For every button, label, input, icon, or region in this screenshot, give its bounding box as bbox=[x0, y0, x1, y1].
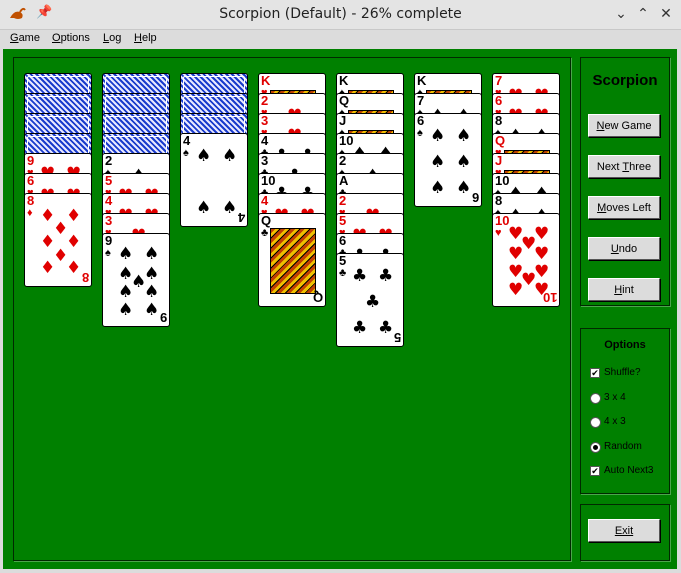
suit-icon: ♠ bbox=[105, 247, 111, 259]
suit-pip-icon: ♣ bbox=[352, 266, 368, 286]
options-title: Options bbox=[604, 339, 646, 351]
menu-log[interactable]: Log bbox=[103, 32, 121, 44]
suit-icon: ♣ bbox=[339, 267, 347, 279]
controls-panel: Scorpion New Game Next Three Moves Left Und… bbox=[580, 57, 670, 306]
close-icon: ✕ bbox=[660, 6, 672, 22]
suit-pip-icon: ♠ bbox=[430, 126, 446, 146]
option-label: 4 x 3 bbox=[604, 416, 626, 427]
suit-pip-icon: ♥ bbox=[534, 224, 550, 244]
suit-pip-icon: ♣ bbox=[365, 292, 381, 312]
card-rank: 8 ♦ bbox=[27, 193, 35, 219]
card-10-♥[interactable]: 10 ♥ ♥ ♥ ♥ ♥ ♥ ♥ ♥ ♥ ♥ ♥ 10 bbox=[492, 213, 560, 307]
suit-pip-icon: ♠ bbox=[456, 126, 472, 146]
hint-button[interactable]: Hint bbox=[588, 278, 660, 301]
suit-pip-icon: ♥ bbox=[508, 280, 524, 300]
card-rank-bottom: 4 bbox=[237, 210, 245, 225]
suit-pip-icon: ♠ bbox=[118, 244, 134, 264]
exit-panel: Exit bbox=[580, 504, 670, 561]
play-area: Scorpion New Game Next Three Moves Left Und… bbox=[3, 49, 677, 569]
suit-pip-icon: ♦ bbox=[66, 232, 82, 252]
menu-options[interactable]: Options bbox=[52, 32, 90, 44]
button-label: Undo bbox=[610, 243, 638, 255]
suit-icon: ♦ bbox=[27, 207, 33, 219]
suit-pip-icon: ♥ bbox=[534, 244, 550, 264]
button-label: New Game bbox=[596, 120, 652, 132]
next-three-button[interactable]: Next Three bbox=[588, 155, 660, 178]
checkbox-icon[interactable]: ✔ bbox=[590, 466, 600, 476]
new-game-button[interactable]: New Game bbox=[588, 114, 660, 137]
card-4-♠[interactable]: 4 ♠ ♠ ♠ ♠ ♠ 4 bbox=[180, 133, 248, 227]
suit-pip-icon: ♠ bbox=[118, 300, 134, 320]
card-rank-bottom: 8 bbox=[81, 270, 89, 285]
menu-help[interactable]: Help bbox=[134, 32, 157, 44]
card-rank: 6 ♠ bbox=[417, 113, 425, 139]
card-9-♠[interactable]: 9 ♠ ♠ ♠ ♠ ♠ ♠ ♠ ♠ ♠ ♠ 9 bbox=[102, 233, 170, 327]
face-card-art bbox=[270, 228, 316, 294]
card-6-♠[interactable]: 6 ♠ ♠ ♠ ♠ ♠ ♠ ♠ 6 bbox=[414, 113, 482, 207]
suit-pip-icon: ♦ bbox=[66, 206, 82, 226]
option-label: 3 x 4 bbox=[604, 391, 626, 403]
maximize-button[interactable]: ⌃ bbox=[633, 5, 653, 23]
card-rank-bottom: 6 bbox=[471, 190, 479, 205]
exit-label: Exit bbox=[614, 525, 634, 537]
card-Q-♣[interactable]: Q ♣ Q bbox=[258, 213, 326, 307]
option-label: Auto Next3 bbox=[604, 465, 654, 476]
card-rank-bottom: 5 bbox=[393, 330, 401, 345]
radio-icon[interactable] bbox=[590, 392, 601, 404]
card-rank: 9 ♠ bbox=[105, 233, 113, 259]
button-label: Next Three bbox=[596, 161, 652, 173]
suit-pip-icon: ♣ bbox=[378, 318, 394, 338]
card-rank-bottom: 9 bbox=[159, 310, 167, 325]
exit-button[interactable]: Exit bbox=[588, 519, 660, 542]
card-5-♣[interactable]: 5 ♣ ♣ ♣ ♣ ♣ ♣ 5 bbox=[336, 253, 404, 347]
suit-pip-icon: ♥ bbox=[534, 262, 550, 282]
suit-icon: ♠ bbox=[417, 127, 423, 139]
suit-pip-icon: ♥ bbox=[508, 244, 524, 264]
minimize-button[interactable]: ⌄ bbox=[611, 5, 631, 23]
close-button[interactable]: ✕ bbox=[656, 5, 676, 23]
title-bar: 📌 Scorpion (Default) - 26% complete ⌄ ⌃ … bbox=[0, 0, 681, 30]
card-rank-bottom: 10 bbox=[542, 290, 557, 305]
window-title: Scorpion (Default) - 26% complete bbox=[219, 6, 462, 22]
chevron-down-icon: ⌄ bbox=[615, 6, 627, 22]
button-label: Hint bbox=[614, 284, 634, 296]
suit-pip-icon: ♣ bbox=[378, 266, 394, 286]
suit-pip-icon: ♦ bbox=[66, 258, 82, 278]
suit-pip-icon: ♠ bbox=[456, 152, 472, 172]
menu-game[interactable]: Game bbox=[10, 32, 40, 44]
option-label: Random bbox=[604, 440, 642, 452]
suit-pip-icon: ♠ bbox=[222, 198, 238, 218]
options-panel: Options ✔ Shuffle? 3 x 4 4 x 3 Random ✔ Auto N… bbox=[580, 328, 670, 494]
suit-pip-icon: ♠ bbox=[456, 178, 472, 198]
undo-button[interactable]: Undo bbox=[588, 237, 660, 260]
suit-pip-icon: ♠ bbox=[430, 152, 446, 172]
suit-pip-icon: ♠ bbox=[222, 146, 238, 166]
option-label: Shuffle? bbox=[604, 367, 641, 378]
chevron-up-icon: ⌃ bbox=[637, 6, 649, 22]
suit-pip-icon: ♠ bbox=[144, 282, 160, 302]
card-rank: 5 ♣ bbox=[339, 253, 347, 279]
card-rank-bottom: Q bbox=[312, 290, 323, 305]
suit-pip-icon: ♠ bbox=[144, 300, 160, 320]
radio-icon[interactable] bbox=[590, 417, 601, 428]
menu-bar: Game Options Log Help bbox=[0, 30, 681, 48]
game-name: Scorpion bbox=[592, 72, 658, 89]
suit-pip-icon: ♠ bbox=[430, 178, 446, 198]
checkbox-icon[interactable]: ✔ bbox=[590, 368, 600, 378]
suit-icon: ♠ bbox=[183, 147, 189, 159]
moves-left-button[interactable]: Moves Left bbox=[588, 196, 660, 219]
suit-pip-icon: ♦ bbox=[40, 258, 56, 278]
button-label: Moves Left bbox=[597, 202, 651, 214]
suit-pip-icon: ♠ bbox=[144, 244, 160, 264]
radio-icon[interactable] bbox=[590, 441, 601, 453]
suit-pip-icon: ♠ bbox=[196, 146, 212, 166]
suit-pip-icon: ♠ bbox=[118, 282, 134, 302]
suit-pip-icon: ♠ bbox=[196, 198, 212, 218]
card-8-♦[interactable]: 8 ♦ ♦ ♦ ♦ ♦ ♦ ♦ ♦ ♦ 8 bbox=[24, 193, 92, 287]
card-rank: 4 ♠ bbox=[183, 133, 191, 159]
suit-pip-icon: ♣ bbox=[352, 318, 368, 338]
suit-pip-icon: ♠ bbox=[144, 264, 160, 284]
